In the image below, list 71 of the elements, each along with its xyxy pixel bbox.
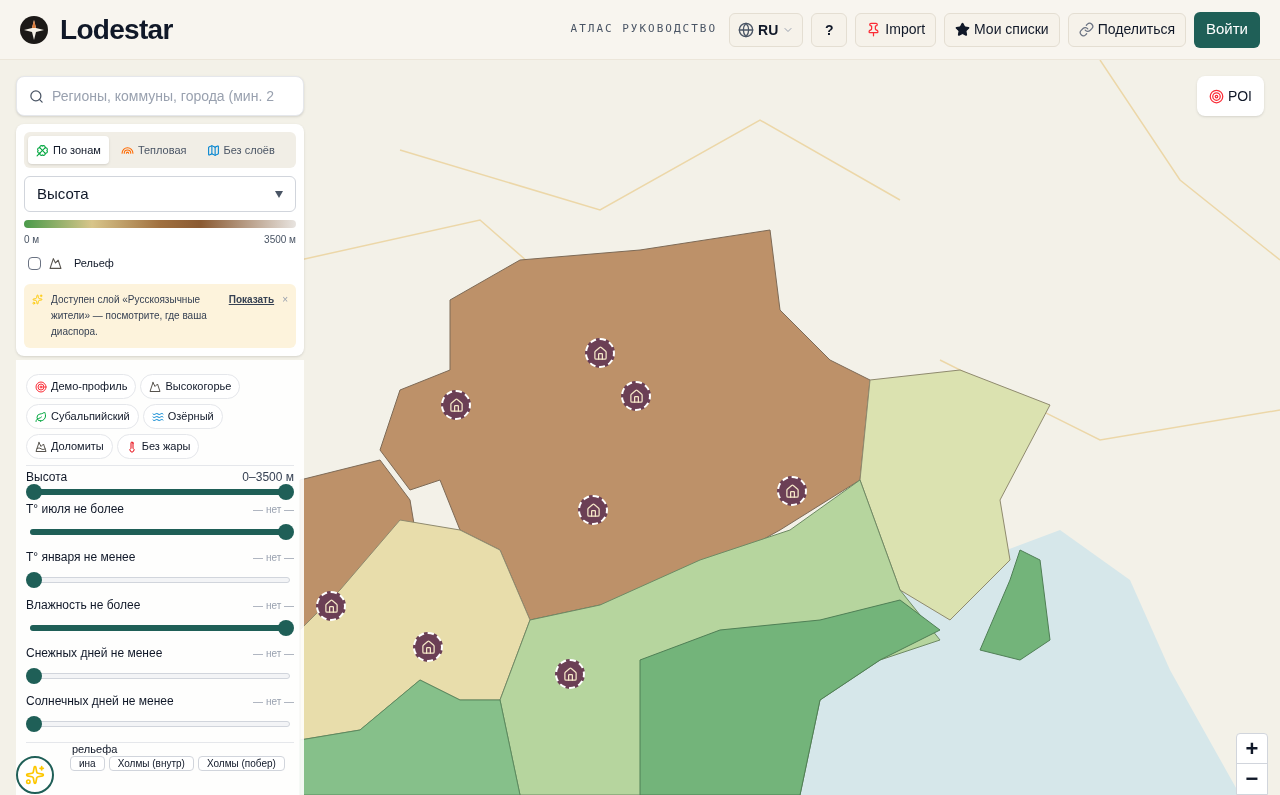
notice-text: Доступен слой «Русскоязычные жители» — посмотрите, где ваша диаспора. [51, 292, 208, 339]
preset-chip[interactable]: Высокогорье [140, 374, 241, 399]
preset-chip[interactable]: Демо-профиль [26, 374, 137, 399]
brand-name: Lodestar [60, 12, 173, 47]
header-action-button[interactable]: Мои списки [944, 12, 1060, 47]
layer-tab[interactable]: По зонам [28, 136, 109, 164]
filter-reading: 0–3500 м [242, 469, 294, 486]
target-icon [1208, 88, 1224, 104]
globe-icon [738, 21, 755, 38]
filter-label: Снежных дней не менее [26, 645, 163, 662]
mountain-icon [49, 256, 62, 270]
slider-thumb[interactable] [278, 620, 294, 636]
search-icon [29, 88, 44, 104]
legend-max-label: 3500 м [264, 233, 296, 247]
language-select[interactable]: RU [729, 12, 804, 47]
legend-min-label: 0 м [24, 233, 40, 247]
preset-chip[interactable]: Озёрный [142, 404, 223, 429]
waves-icon [151, 410, 164, 423]
preset-chip[interactable]: Без жары [116, 434, 200, 459]
terrain-chip[interactable]: Холмы (внутр) [108, 756, 194, 771]
filter-reading: — нет — [253, 694, 294, 709]
terrain-section-label: рельефа [72, 743, 118, 756]
compass-star-logo-icon [20, 15, 48, 44]
filter-label: Высота [26, 469, 68, 486]
relief-checkbox[interactable] [28, 256, 41, 270]
zoom-in-button[interactable]: + [1237, 734, 1267, 764]
slider-thumb[interactable] [26, 716, 42, 732]
pushpin-icon [866, 22, 882, 37]
sparkles-icon [32, 293, 43, 305]
map-icon [206, 143, 220, 157]
sparkles-icon [25, 765, 45, 785]
star-icon [955, 22, 971, 37]
layer-tab[interactable]: Тепловая [112, 136, 195, 164]
target-icon [35, 380, 47, 393]
login-button[interactable]: Войти [1194, 11, 1260, 48]
nav-links[interactable]: АТЛАС РУКОВОДСТВО [570, 21, 718, 38]
filter-reading: — нет — [253, 646, 294, 661]
zoom-out-button[interactable]: − [1237, 764, 1267, 794]
terrain-chip[interactable]: ина [70, 756, 105, 771]
filter-label: T° июля не более [26, 501, 124, 518]
assistant-button[interactable] [16, 756, 54, 794]
search-input[interactable]: Регионы, коммуны, города (мин. 2 [52, 85, 291, 107]
search-field[interactable]: Регионы, коммуны, города (мин. 2 [16, 76, 304, 116]
header-action-button[interactable]: Import [855, 12, 937, 47]
filter-reading: — нет — [253, 598, 294, 613]
slider-thumb[interactable] [26, 484, 42, 500]
relief-label: Рельеф [74, 256, 114, 271]
dropdown-caret-icon [275, 190, 283, 198]
preset-chip[interactable]: Субальпийский [26, 404, 139, 429]
slider-thumb[interactable] [26, 668, 42, 684]
slider-thumb[interactable] [278, 484, 294, 500]
metric-select[interactable]: Высота [24, 176, 296, 212]
link-icon [1078, 22, 1094, 37]
filter-label: T° января не менее [26, 549, 136, 566]
slider-thumb[interactable] [26, 572, 42, 588]
slider-thumb[interactable] [278, 524, 294, 540]
help-button[interactable]: ? [811, 12, 848, 47]
filter-label: Влажность не более [26, 597, 141, 614]
poi-button[interactable]: POI [1196, 76, 1264, 116]
header-action-button[interactable]: Поделиться [1067, 12, 1186, 47]
show-link[interactable]: Показать [228, 291, 275, 340]
terrain-chip[interactable]: Холмы (побер) [197, 756, 285, 771]
filter-reading: — нет — [253, 550, 294, 565]
leaf-icon [35, 410, 47, 423]
filter-reading: — нет — [253, 502, 294, 517]
layer-tab[interactable]: Без слоёв [198, 136, 283, 164]
range-slider[interactable] [26, 484, 294, 500]
clover-icon [36, 143, 49, 157]
filter-label: Солнечных дней не менее [26, 693, 174, 710]
preset-chip[interactable]: Доломиты [26, 434, 113, 459]
mountain-icon [149, 380, 162, 393]
